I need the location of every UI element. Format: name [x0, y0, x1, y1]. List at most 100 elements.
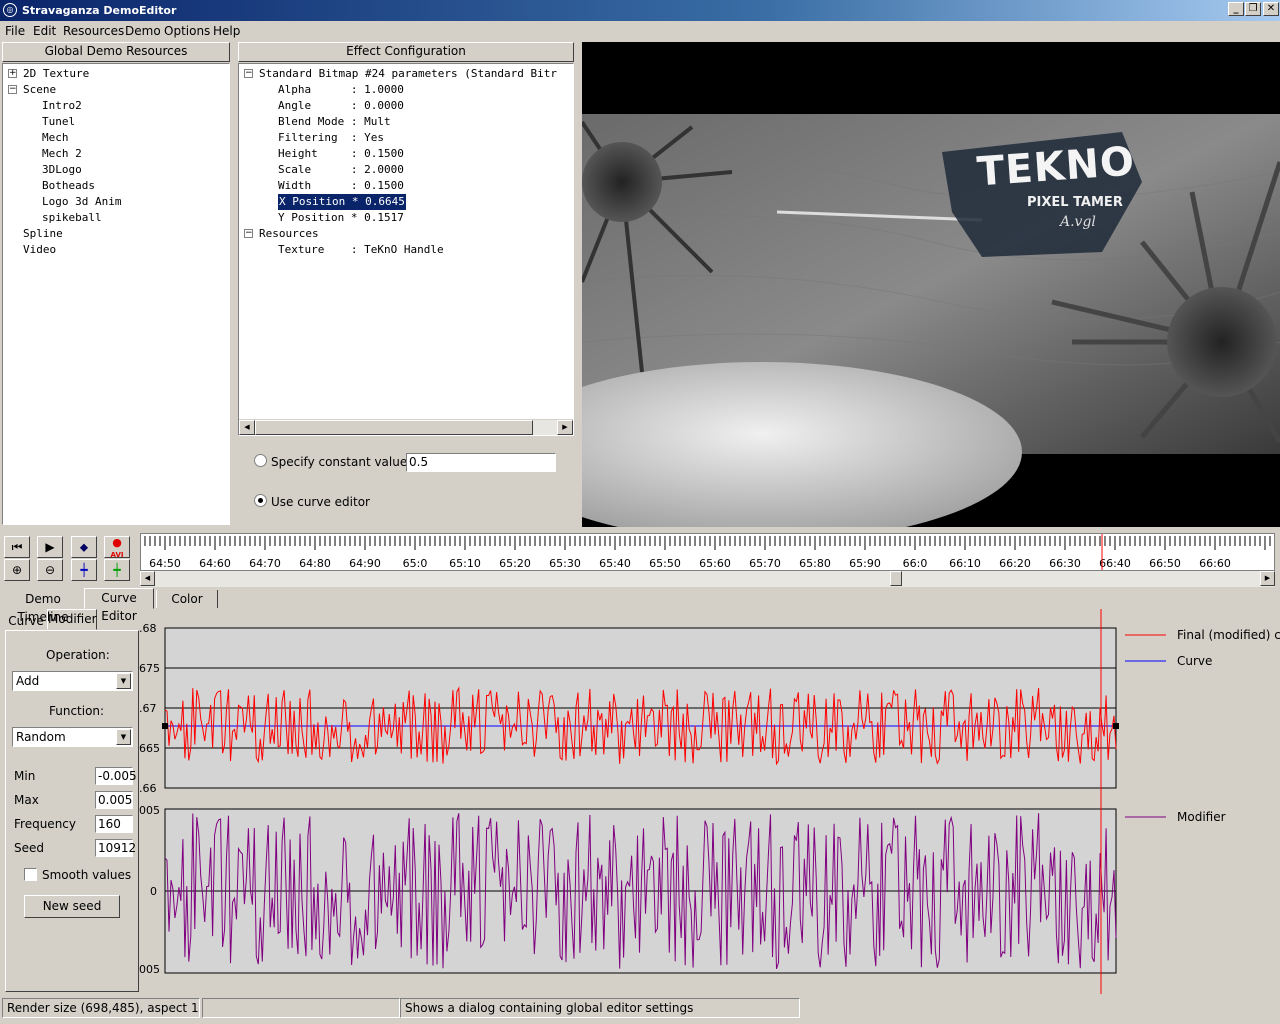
smooth-values-checkbox[interactable]	[24, 868, 37, 881]
effect-tree[interactable]: − Standard Bitmap #24 parameters (Standar…	[238, 63, 574, 436]
skip-to-start-icon[interactable]: ⏮	[4, 536, 30, 558]
menu-resources[interactable]: Resources	[63, 24, 124, 38]
constant-radio[interactable]	[254, 454, 267, 467]
render-preview[interactable]: TEKNO PIXEL TAMER A.vgl	[582, 42, 1280, 527]
resource-tree-item[interactable]: Scene	[23, 82, 56, 98]
timeline-tick-label: 65:80	[799, 557, 831, 570]
resource-tree-item[interactable]: 2D Texture	[23, 66, 89, 82]
tab-modifier[interactable]: Modifier	[47, 609, 97, 630]
menu-demo[interactable]: Demo	[125, 24, 161, 38]
resource-tree-item[interactable]: 3DLogo	[42, 162, 82, 178]
frequency-input[interactable]: 160	[95, 815, 133, 833]
timeline-tick-label: 66:40	[1099, 557, 1131, 570]
frequency-label: Frequency	[14, 817, 76, 831]
effect-tree-item[interactable]: Alpha : 1.0000	[278, 82, 404, 98]
constant-label: Specify constant value:	[271, 455, 412, 469]
curve-keyframe-handle[interactable]	[1113, 723, 1119, 729]
zoom-in-icon[interactable]: ⊕	[4, 559, 30, 581]
menu-edit[interactable]: Edit	[33, 24, 56, 38]
seed-input[interactable]: 10912	[95, 839, 136, 857]
maximize-button[interactable]: ❐	[1245, 2, 1261, 16]
record-avi-icon[interactable]: ● AVI	[104, 536, 130, 559]
collapse-icon[interactable]: −	[244, 69, 253, 78]
close-button[interactable]: ✕	[1263, 2, 1279, 16]
resource-tree-item[interactable]: Spline	[23, 226, 63, 242]
effect-tree-item[interactable]: Scale : 2.0000	[278, 162, 404, 178]
menu-file[interactable]: File	[5, 24, 25, 38]
curve-editor-label: Use curve editor	[271, 495, 370, 509]
resource-tree-item[interactable]: Tunel	[42, 114, 75, 130]
min-label: Min	[14, 769, 36, 783]
timeline-tick-label: 64:60	[199, 557, 231, 570]
timeline-tick-label: 65:20	[499, 557, 531, 570]
resource-tree-item[interactable]: Video	[23, 242, 56, 258]
collapse-icon[interactable]: −	[8, 85, 17, 94]
resource-tree-item[interactable]: Intro2	[42, 98, 82, 114]
curve-y-tick-label: .68	[139, 622, 157, 635]
timeline-tick-label: 64:80	[299, 557, 331, 570]
timeline-tick-label: 65:50	[649, 557, 681, 570]
min-input[interactable]: -0.005	[95, 767, 137, 785]
menu-help[interactable]: Help	[213, 24, 240, 38]
effect-tree-item[interactable]: Height : 0.1500	[278, 146, 404, 162]
effect-tree-item[interactable]: X Position * 0.6645	[277, 193, 407, 211]
constant-value-input[interactable]: 0.5	[406, 453, 556, 472]
expand-icon[interactable]: +	[8, 69, 17, 78]
play-icon[interactable]: ▶	[37, 536, 63, 558]
timeline-scroll-left-icon[interactable]: ◀	[140, 571, 155, 586]
collapse-icon[interactable]: −	[244, 229, 253, 238]
marker-green-icon[interactable]: ┿	[104, 559, 130, 581]
resource-tree-item[interactable]: Mech	[42, 130, 69, 146]
function-label: Function:	[49, 704, 105, 718]
marker-blue-icon[interactable]: ┿	[71, 559, 97, 581]
resources-tree[interactable]: +2D Texture − Scene Intro2 Tunel Mech Mech 2 3D…	[2, 63, 230, 525]
menu-bar: File Edit Resources Demo Options Help	[0, 21, 1280, 41]
curve-editor-radio[interactable]	[254, 494, 267, 507]
timeline-scroll-right-icon[interactable]: ▶	[1260, 571, 1275, 586]
timeline-tick-label: 65:30	[549, 557, 581, 570]
curve-keyframe-handle[interactable]	[162, 723, 168, 729]
effect-panel-header: Effect Configuration	[238, 42, 574, 62]
minimize-button[interactable]: _	[1228, 2, 1244, 16]
timeline-scroll-thumb[interactable]	[890, 571, 902, 586]
legend-label: Final (modified) cur	[1177, 628, 1280, 642]
effect-tree-item[interactable]: Width : 0.1500	[278, 178, 404, 194]
hscroll-thumb[interactable]	[255, 420, 533, 435]
timeline-scrollbar[interactable]: ◀ ▶	[140, 571, 1275, 587]
timeline-tick-label: 66:60	[1199, 557, 1231, 570]
tab-demo-timeline[interactable]: Demo Timeline	[4, 590, 82, 624]
tab-color-editor[interactable]: Color Editor	[156, 590, 218, 624]
effect-tree-hscrollbar[interactable]: ◀ ▶	[239, 419, 573, 435]
timeline-tick-label: 64:70	[249, 557, 281, 570]
timeline-tick-label: 66:20	[999, 557, 1031, 570]
resource-tree-item[interactable]: Mech 2	[42, 146, 82, 162]
resource-tree-item[interactable]: spikeball	[42, 210, 102, 226]
curve-y-tick-label: 665	[139, 742, 160, 755]
new-seed-button[interactable]: New seed	[24, 895, 120, 918]
effect-tree-item[interactable]: Blend Mode : Mult	[278, 114, 391, 130]
effect-tree-item[interactable]: Angle : 0.0000	[278, 98, 404, 114]
resource-tree-item[interactable]: Botheads	[42, 178, 95, 194]
max-input[interactable]: 0.005	[95, 791, 133, 809]
effect-tree-item[interactable]: Resources	[259, 226, 319, 242]
tab-curve[interactable]: Curve	[7, 612, 45, 630]
scroll-right-icon[interactable]: ▶	[557, 420, 573, 435]
chevron-down-icon[interactable]: ▼	[116, 673, 131, 689]
effect-tree-item[interactable]: Filtering : Yes	[278, 130, 384, 146]
curve-editor-area: .68 675 .67 665 .66 Final (modified) cur Curve…	[139, 609, 1280, 994]
zoom-out-icon[interactable]: ⊖	[37, 559, 63, 581]
effect-tree-item[interactable]: Texture : TeKnO Handle	[278, 242, 444, 258]
resource-tree-item[interactable]: Logo 3d Anim	[42, 194, 121, 210]
step-icon[interactable]: ⬥	[71, 536, 97, 558]
curve-charts[interactable]: .68 675 .67 665 .66 Final (modified) cur Curve…	[139, 609, 1280, 994]
timeline-ruler[interactable]: 64:50 64:60 64:70 64:80 64:90 65:0 65:10 65:20 6…	[140, 533, 1275, 571]
effect-tree-item[interactable]: Y Position * 0.1517	[278, 210, 404, 226]
tab-curve-editor[interactable]: Curve Editor	[84, 588, 154, 623]
effect-tree-item[interactable]: Standard Bitmap #24 parameters (Standard…	[259, 66, 557, 82]
chevron-down-icon[interactable]: ▼	[116, 729, 131, 745]
operation-select[interactable]: Add ▼	[12, 671, 133, 691]
timeline-tick-label: 66:10	[949, 557, 981, 570]
scroll-left-icon[interactable]: ◀	[239, 420, 255, 435]
function-select[interactable]: Random ▼	[12, 727, 133, 747]
menu-options[interactable]: Options	[164, 24, 210, 38]
